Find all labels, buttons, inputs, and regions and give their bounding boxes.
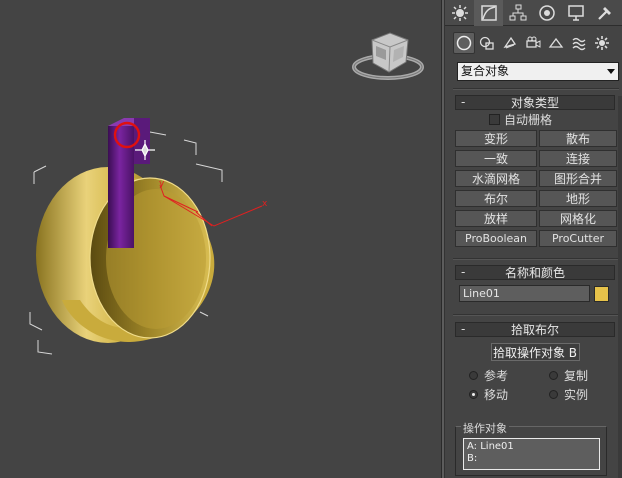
radio-copy[interactable]: 复制 — [549, 367, 619, 383]
auto-grid-label: 自动栅格 — [504, 112, 553, 127]
lights-button[interactable] — [499, 32, 521, 54]
object-name-field[interactable]: Line01 — [459, 285, 590, 302]
name-color-rollout: - 名称和颜色 Line01 — [455, 265, 615, 302]
spacewarps-button[interactable] — [568, 32, 590, 54]
shapes-icon — [479, 36, 494, 50]
dropdown-value: 复合对象 — [461, 64, 510, 78]
spacewarps-icon — [572, 37, 586, 51]
divider — [453, 314, 619, 316]
pick-boolean-rollout: - 拾取布尔 拾取操作对象 B 参考 复制 移动 实例 — [455, 322, 615, 402]
divider — [453, 258, 619, 260]
operands-group: 操作对象 A: Line01 B: — [455, 420, 607, 476]
panel-scrollbar[interactable] — [618, 96, 622, 478]
blobmesh-button[interactable]: 水滴网格 — [455, 170, 537, 187]
radio-button[interactable] — [549, 389, 558, 399]
shapes-button[interactable] — [476, 32, 498, 54]
divider — [453, 88, 619, 90]
display-tab[interactable] — [561, 0, 590, 26]
terrain-button[interactable]: 地形 — [539, 190, 617, 207]
create-tab[interactable] — [445, 0, 474, 26]
collapse-icon: - — [461, 95, 466, 109]
radio-move[interactable]: 移动 — [469, 386, 549, 402]
radio-label: 复制 — [564, 368, 589, 383]
mesher-button[interactable]: 网格化 — [539, 210, 617, 227]
sphere-icon — [456, 35, 472, 51]
radio-instance[interactable]: 实例 — [549, 386, 619, 402]
operands-title: 操作对象 — [461, 420, 509, 436]
chevron-down-icon — [607, 69, 615, 74]
sun-icon — [451, 4, 468, 21]
hammer-icon — [597, 6, 611, 20]
systems-button[interactable] — [591, 32, 613, 54]
object-type-rollout: - 对象类型 自动栅格 变形 散布 一致 连接 水滴网格 图形合并 布尔 地形 … — [455, 95, 617, 247]
hierarchy-tab[interactable] — [503, 0, 532, 26]
object-type-buttons: 变形 散布 一致 连接 水滴网格 图形合并 布尔 地形 放样 网格化 ProBo… — [455, 128, 617, 247]
create-category-bar — [445, 28, 622, 58]
helpers-button[interactable] — [545, 32, 567, 54]
collapse-icon: - — [461, 265, 466, 279]
systems-icon — [595, 36, 609, 50]
connect-button[interactable]: 连接 — [539, 150, 617, 167]
modify-curve-icon — [480, 4, 497, 21]
motion-icon — [538, 4, 555, 21]
shapemerge-button[interactable]: 图形合并 — [539, 170, 617, 187]
utilities-tab[interactable] — [590, 0, 619, 26]
boolean-button[interactable]: 布尔 — [455, 190, 537, 207]
pick-mode-options: 参考 复制 移动 实例 — [455, 361, 615, 402]
conform-button[interactable]: 一致 — [455, 150, 537, 167]
loft-button[interactable]: 放样 — [455, 210, 537, 227]
procutter-button[interactable]: ProCutter — [539, 230, 617, 247]
rollout-title: 拾取布尔 — [510, 323, 559, 337]
radio-label: 移动 — [484, 387, 509, 402]
perspective-viewport[interactable]: y x — [0, 0, 441, 478]
operand-b[interactable]: B: — [467, 453, 596, 465]
motion-tab[interactable] — [532, 0, 561, 26]
radio-button[interactable] — [549, 370, 558, 380]
cameras-button[interactable] — [522, 32, 544, 54]
rollout-title: 名称和颜色 — [504, 266, 565, 280]
radio-label: 实例 — [564, 387, 589, 402]
operands-list[interactable]: A: Line01 B: — [463, 438, 600, 470]
axis-label-x: x — [262, 199, 268, 209]
command-panel: 复合对象 - 对象类型 自动栅格 变形 散布 一致 连接 水滴网格 图形合并 布… — [445, 0, 622, 478]
radio-label: 参考 — [484, 368, 509, 383]
scatter-button[interactable]: 散布 — [539, 130, 617, 147]
radio-button[interactable] — [469, 389, 478, 399]
scene-canvas[interactable]: y x — [0, 0, 441, 478]
object-type-rollout-header[interactable]: - 对象类型 — [455, 95, 615, 110]
collapse-icon: - — [461, 322, 466, 336]
auto-grid-checkbox[interactable] — [489, 113, 500, 125]
proboolean-button[interactable]: ProBoolean — [455, 230, 537, 247]
viewcube-icon — [352, 32, 424, 80]
object-color-swatch[interactable] — [594, 285, 609, 302]
rollout-title: 对象类型 — [510, 96, 559, 110]
name-row: Line01 — [455, 280, 615, 302]
command-panel-tabs — [445, 0, 622, 26]
geometry-button[interactable] — [453, 32, 475, 54]
hierarchy-icon — [509, 4, 526, 20]
helpers-icon — [548, 37, 564, 48]
pick-boolean-rollout-header[interactable]: - 拾取布尔 — [455, 322, 615, 337]
lights-icon — [503, 36, 517, 49]
modify-tab[interactable] — [474, 0, 503, 26]
radio-button[interactable] — [469, 370, 478, 380]
radio-reference[interactable]: 参考 — [469, 367, 549, 383]
object-category-dropdown[interactable]: 复合对象 — [457, 62, 619, 81]
pick-operand-b-button[interactable]: 拾取操作对象 B — [490, 343, 580, 361]
auto-grid-row: 自动栅格 — [455, 110, 615, 128]
camera-icon — [526, 36, 541, 48]
display-icon — [567, 4, 584, 21]
morph-button[interactable]: 变形 — [455, 130, 537, 147]
name-color-rollout-header[interactable]: - 名称和颜色 — [455, 265, 615, 280]
operand-a[interactable]: A: Line01 — [467, 441, 596, 453]
axis-label-y: y — [159, 179, 165, 189]
